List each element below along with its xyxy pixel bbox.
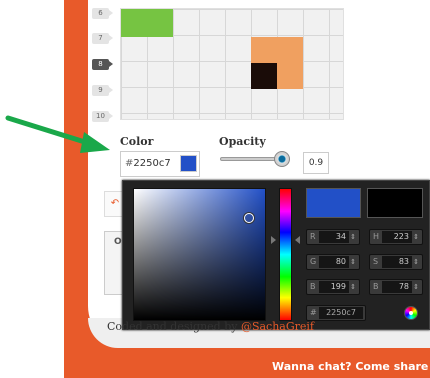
row-label-7[interactable]: 7 [92,33,113,44]
row-label-9[interactable]: 9 [92,85,113,96]
footer-handle-link[interactable]: @SachaGreif [241,320,314,333]
pixel-cell-dark[interactable] [251,63,277,89]
brightness-label: B [373,282,379,291]
saturation-brightness-box[interactable] [133,188,266,321]
red-spinner-icon[interactable]: ⇕ [350,231,356,243]
blue-value[interactable]: 199 [319,281,349,293]
hue-value[interactable]: 223 [382,231,412,243]
new-color-preview [306,188,361,218]
current-color-preview[interactable] [367,188,423,218]
red-value[interactable]: 34 [319,231,349,243]
saturation-value[interactable]: 83 [382,256,412,268]
pixel-cell-orange-1[interactable] [251,37,277,63]
blue-field[interactable]: B 199 ⇕ [306,279,360,295]
green-value[interactable]: 80 [319,256,349,268]
saturation-spinner-icon[interactable]: ⇕ [413,256,419,268]
hue-slider[interactable] [279,188,292,321]
pixel-cell-orange-2[interactable] [277,37,303,63]
color-label: Color [120,135,154,148]
hue-arrow-right-icon [295,236,300,244]
blue-spinner-icon[interactable]: ⇕ [350,281,356,293]
opacity-label: Opacity [219,135,266,148]
footer-credit: Coded and designed by @SachaGreif [107,320,314,333]
hue-field[interactable]: H 223 ⇕ [369,229,423,245]
color-wheel-icon[interactable] [404,306,418,320]
saturation-field[interactable]: S 83 ⇕ [369,254,423,270]
hue-spinner-icon[interactable]: ⇕ [413,231,419,243]
brightness-spinner-icon[interactable]: ⇕ [413,281,419,293]
footer-text: Coded and designed by [107,320,241,333]
hex-value[interactable]: 2250c7 [319,307,363,319]
red-label: R [310,232,316,241]
green-label: G [310,257,317,266]
row-label-6[interactable]: 6 [92,8,113,19]
green-field[interactable]: G 80 ⇕ [306,254,360,270]
pixel-grid[interactable] [120,8,344,120]
color-swatch[interactable] [180,155,197,172]
hex-label: # [310,308,317,317]
sv-black-overlay [134,189,265,320]
blue-label: B [310,282,316,291]
brightness-value[interactable]: 78 [382,281,412,293]
opacity-slider-handle[interactable] [274,151,290,167]
saturation-label: S [373,257,379,266]
hue-arrow-left-icon [271,236,276,244]
brightness-field[interactable]: B 78 ⇕ [369,279,423,295]
color-picker-popup: R 34 ⇕ G 80 ⇕ B 199 ⇕ H 223 ⇕ S 83 ⇕ B 7… [122,180,430,330]
hex-field[interactable]: # 2250c7 [306,305,366,321]
sv-cursor-icon[interactable] [244,213,254,223]
annotation-arrow-icon [5,115,110,153]
background-tab-label[interactable]: O [114,237,122,247]
pixel-cell-orange-3[interactable] [277,63,303,89]
opacity-value-field[interactable]: 0.9 [303,152,329,174]
green-spinner-icon[interactable]: ⇕ [350,256,356,268]
pixel-cell-green[interactable] [121,9,173,37]
hue-label: H [373,232,380,241]
row-label-8-active[interactable]: 8 [92,59,113,70]
red-field[interactable]: R 34 ⇕ [306,229,360,245]
chat-invite-text[interactable]: Wanna chat? Come share yo [272,360,430,373]
color-hex-value: 2250c7 [133,158,171,169]
